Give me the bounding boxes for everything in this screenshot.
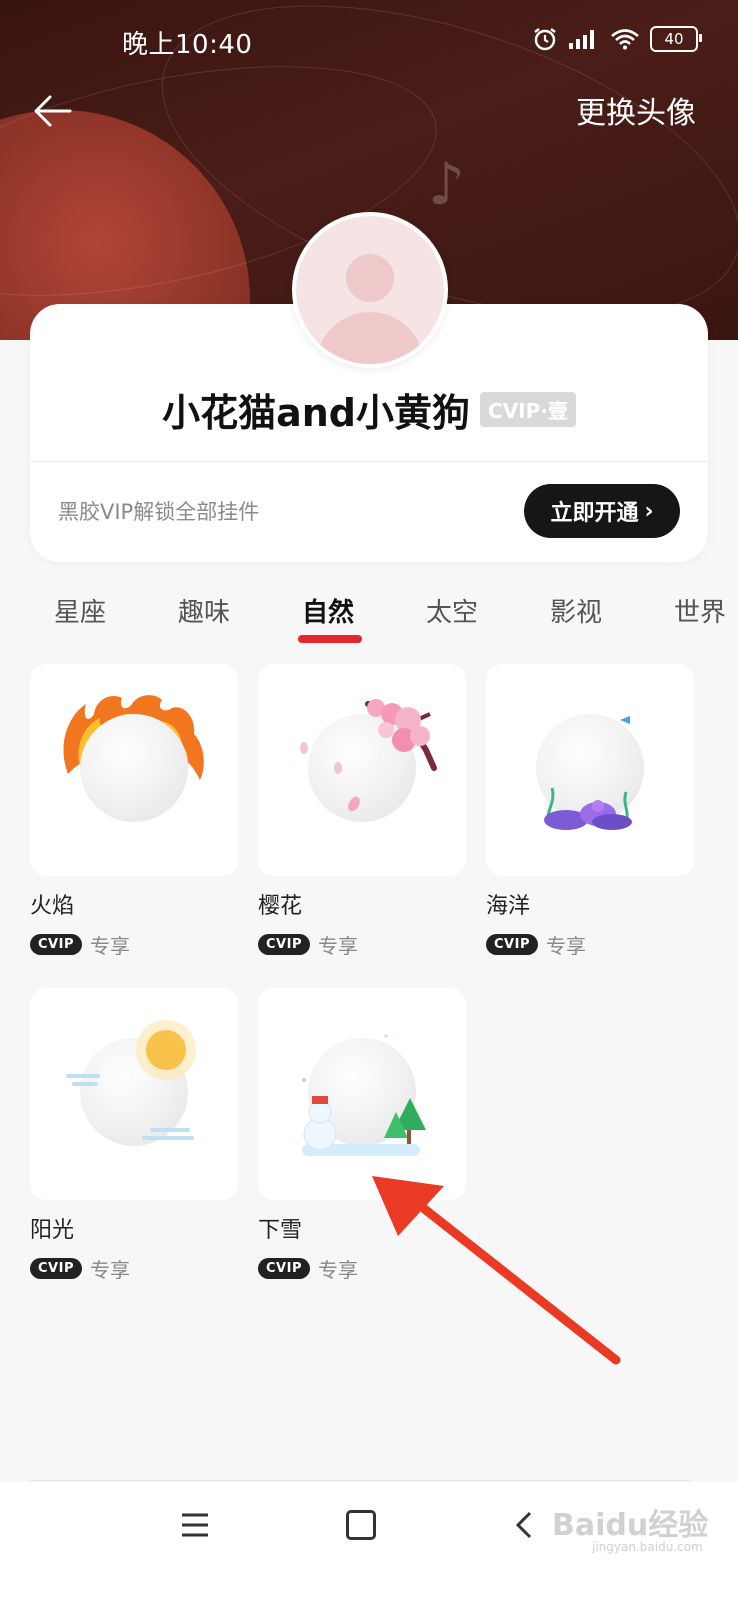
signal-icon [569,30,594,49]
back-icon[interactable] [512,1510,536,1540]
pendant-name: 海洋 [486,894,531,919]
back-arrow-icon[interactable] [30,88,76,134]
open-vip-label: 立即开通 [550,501,639,526]
battery-icon: 40 [650,26,702,52]
pendant-name: 火焰 [30,894,75,919]
pendant-thumbnail [30,664,238,876]
exclusive-label: 专享 [317,934,358,958]
exclusive-label: 专享 [89,1258,130,1282]
cvip-badge: CVIP [486,934,538,955]
category-tabs: 星座 趣味 自然 太空 影视 世界 [0,592,738,643]
pendant-item-flame[interactable]: 火焰 CVIP 专享 [30,664,238,959]
status-bar: 晚上10:40 40 [0,0,738,84]
open-vip-button[interactable]: 立即开通 › [524,484,680,538]
vip-promo-text: 黑胶VIP解锁全部挂件 [58,500,260,524]
tab-film[interactable]: 影视 [550,592,602,629]
cvip-badge: CVIP [30,934,82,955]
change-avatar-button[interactable]: 更换头像 [576,88,696,132]
vip-exclusive-row: CVIP 专享 [30,930,238,959]
music-note-icon: ♪ [428,150,466,218]
active-tab-indicator [298,635,362,643]
pendant-item-sun[interactable]: 阳光 CVIP 专享 [30,988,238,1283]
status-time: 晚上10:40 [122,30,253,60]
home-icon[interactable] [346,1510,376,1540]
tab-fun[interactable]: 趣味 [178,592,230,629]
exclusive-label: 专享 [89,934,130,958]
pendant-name: 阳光 [30,1218,75,1243]
tab-nature[interactable]: 自然 [298,592,362,643]
username: 小花猫and小黄狗 [162,391,471,435]
pendant-name: 樱花 [258,894,303,919]
avatar[interactable] [292,212,448,368]
tab-world[interactable]: 世界 [674,592,726,629]
default-avatar-icon [296,216,444,364]
snow-decoration-icon [302,1034,426,1156]
vip-exclusive-row: CVIP 专享 [258,930,466,959]
username-row: 小花猫and小黄狗 CVIP·壹 [30,382,708,437]
sun-decoration-icon [66,1020,196,1140]
pendant-thumbnail [486,664,694,876]
exclusive-label: 专享 [545,934,586,958]
exclusive-label: 专享 [317,1258,358,1282]
ocean-decoration-icon [544,716,632,830]
avatar-placeholder [80,714,188,822]
watermark-url: jingyan.baidu.com [592,1540,703,1554]
pendant-item-ocean[interactable]: 海洋 CVIP 专享 [486,664,694,959]
menu-icon[interactable] [180,1512,210,1538]
cvip-badge: CVIP [258,934,310,955]
vip-level-badge: CVIP·壹 [480,392,576,427]
bottom-divider [30,1480,690,1481]
card-divider [30,461,708,462]
cvip-badge: CVIP [30,1258,82,1279]
pendant-thumbnail [258,988,466,1200]
chevron-right-icon: › [644,498,654,524]
pendant-thumbnail [30,988,238,1200]
vip-exclusive-row: CVIP 专享 [30,1254,238,1283]
vip-exclusive-row: CVIP 专享 [486,930,694,959]
tab-constellation[interactable]: 星座 [54,592,106,629]
alarm-icon [534,28,556,51]
pendant-thumbnail [258,664,466,876]
pendant-item-cherry-blossom[interactable]: 樱花 CVIP 专享 [258,664,466,959]
annotation-arrow-icon [372,1176,621,1365]
status-icons: 40 [532,26,702,52]
cherry-blossom-decoration-icon [300,699,437,812]
wifi-icon [611,29,639,50]
tab-space[interactable]: 太空 [426,592,478,629]
watermark-logo: Baidu经验 [552,1508,709,1543]
cvip-badge: CVIP [258,1258,310,1279]
